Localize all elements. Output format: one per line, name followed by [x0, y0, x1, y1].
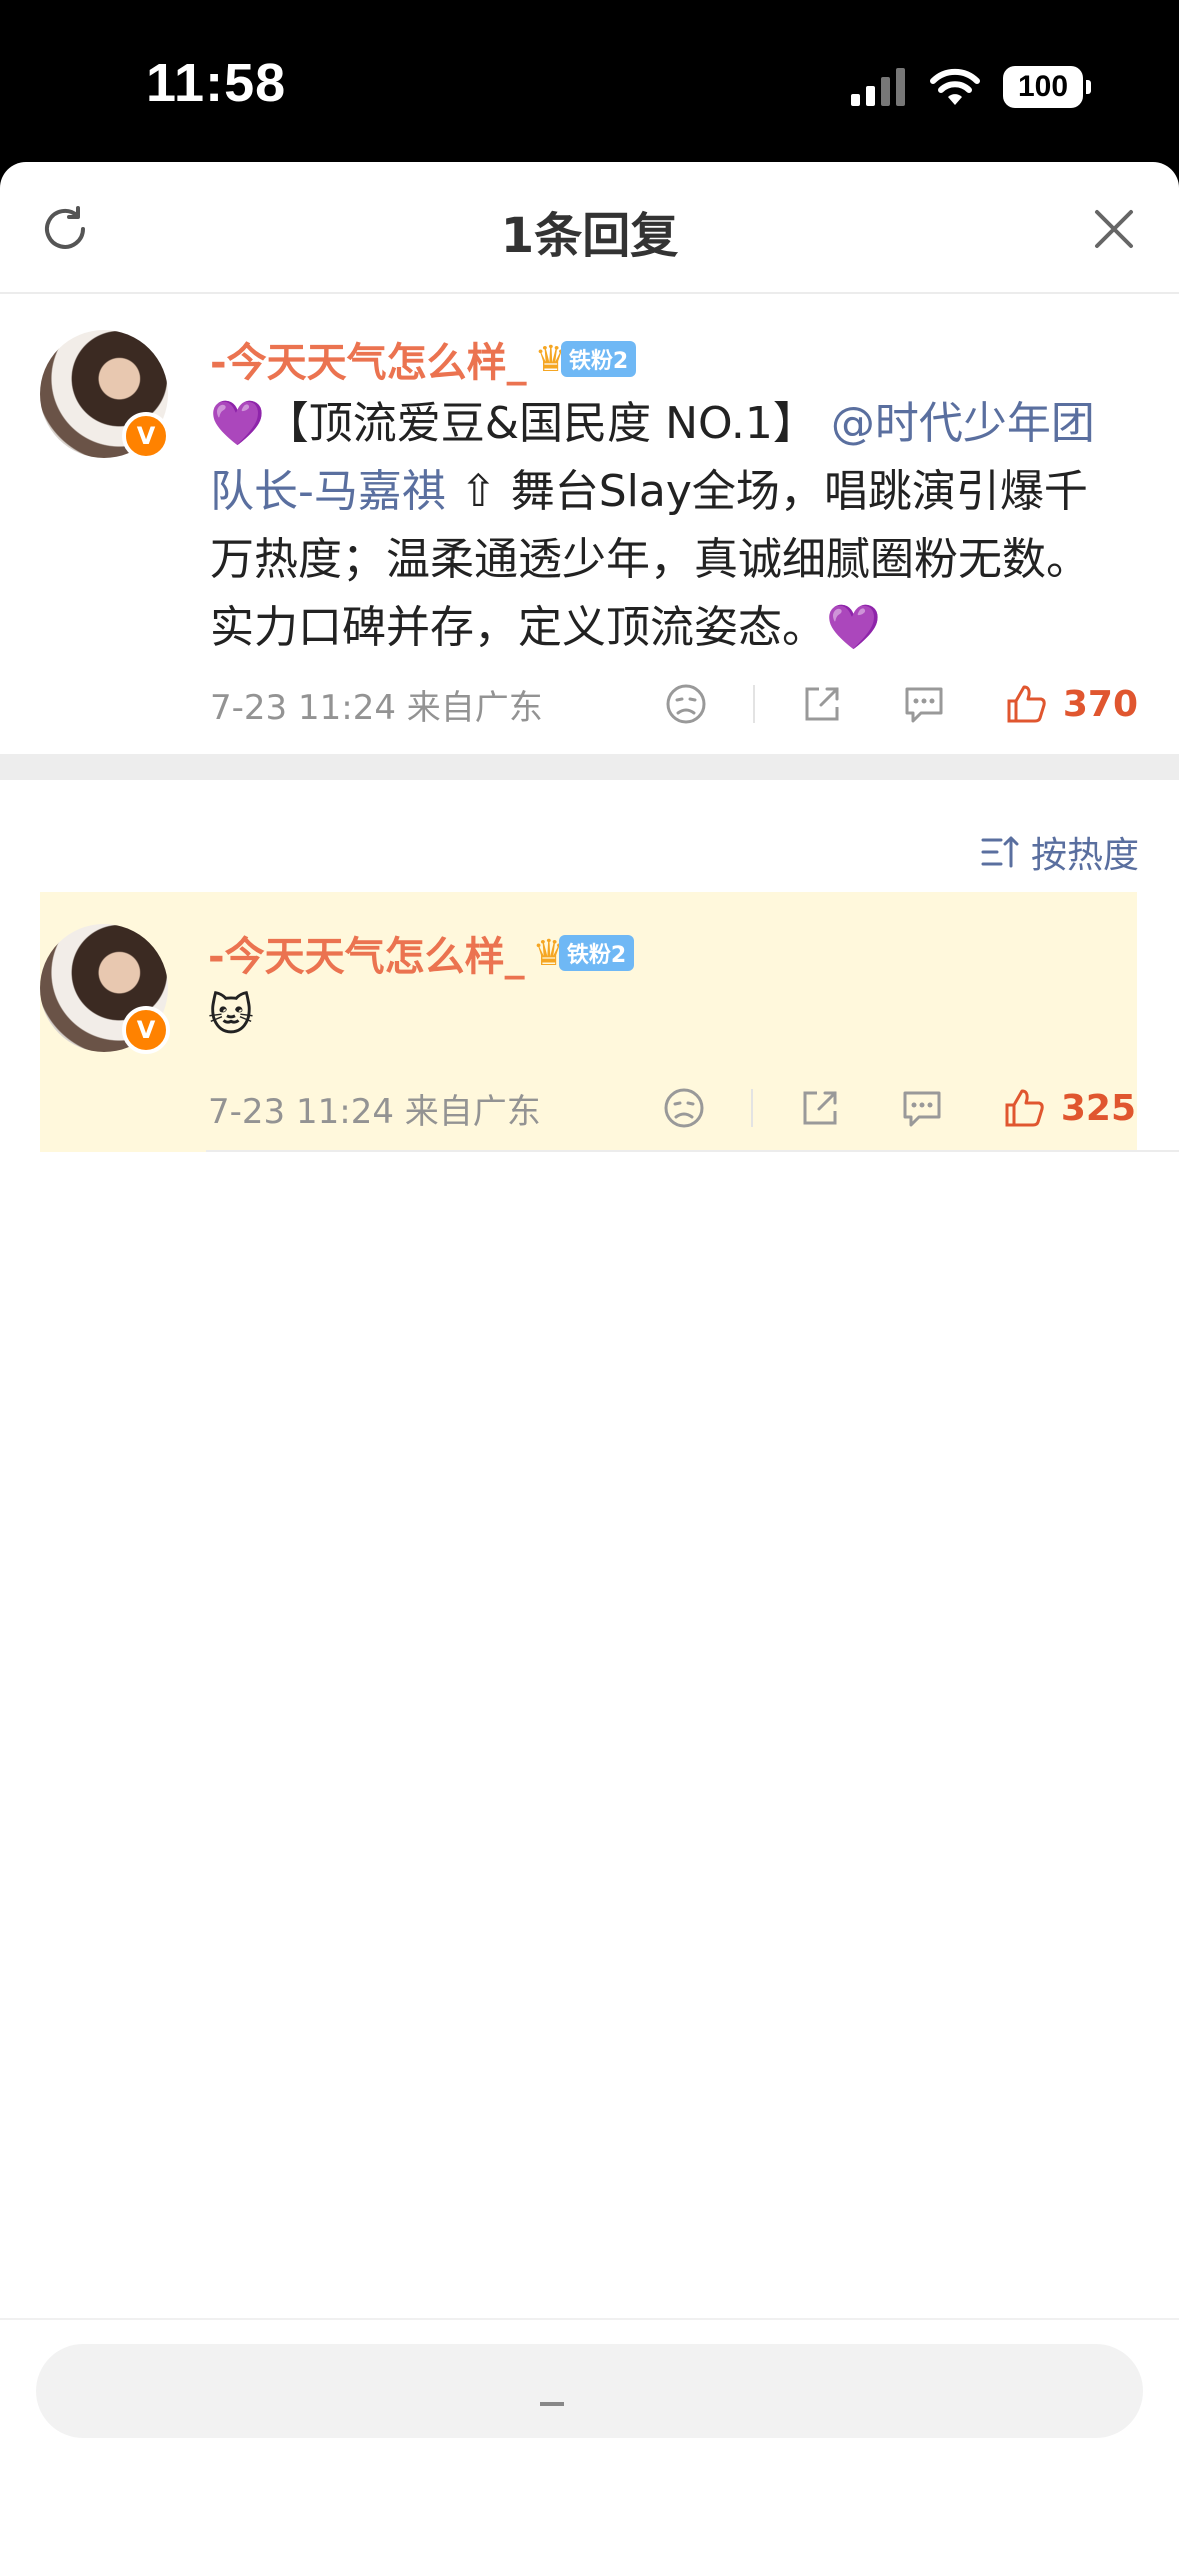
sheet-title: 1条回复	[500, 208, 679, 264]
bottom-divider	[0, 2318, 1179, 2320]
username-text: -今天天气怎么样_	[210, 340, 527, 386]
wifi-icon	[930, 68, 980, 105]
comment-meta: 7-23 11:24 来自广东	[210, 687, 543, 728]
sheet-header: 1条回复	[0, 162, 1179, 294]
dislike-face-icon[interactable]	[661, 1085, 707, 1131]
reply-username[interactable]: -今天天气怎么样_ ♛ 铁粉2	[208, 924, 635, 982]
like-icon[interactable]	[1003, 681, 1049, 727]
reply-content: 🐱	[208, 990, 254, 1041]
input-cursor	[540, 2402, 564, 2406]
comment-icon[interactable]	[901, 681, 947, 727]
signal-icon	[851, 68, 905, 106]
action-divider	[752, 685, 755, 723]
avatar[interactable]: V	[40, 330, 170, 460]
reply-meta-row: 7-23 11:24 来自广东 325	[208, 1078, 1136, 1138]
sort-button[interactable]: 按热度	[981, 826, 1139, 878]
like-icon[interactable]	[1001, 1085, 1047, 1131]
reply-input[interactable]	[36, 2344, 1143, 2438]
like-count: 370	[1062, 683, 1138, 725]
replies-sheet: 1条回复 V -今天天气怎么样_ ♛ 铁粉2 💜【顶流爱豆&国民度 NO.1】 …	[0, 162, 1179, 2556]
like-count: 325	[1060, 1087, 1136, 1129]
reply-actions: 325	[661, 1085, 1136, 1131]
fan-badge: ♛ 铁粉2	[533, 933, 635, 974]
fan-badge-label: 铁粉2	[558, 935, 635, 971]
username-text: -今天天气怎么样_	[208, 934, 525, 980]
status-time: 11:58	[146, 53, 287, 113]
dislike-face-icon[interactable]	[663, 681, 709, 727]
avatar[interactable]: V	[40, 924, 170, 1054]
comment-content: 💜【顶流爱豆&国民度 NO.1】 @时代少年团队长-马嘉祺 ⇧ 舞台Slay全场…	[210, 390, 1110, 662]
action-divider	[750, 1089, 753, 1127]
fan-badge-label: 铁粉2	[560, 341, 637, 377]
sort-label: 按热度	[1030, 835, 1139, 876]
content-prefix: 💜【顶流爱豆&国民度 NO.1】	[210, 398, 817, 449]
battery-indicator: 100	[1003, 66, 1091, 108]
sort-icon	[981, 836, 1019, 868]
status-icons: 100	[851, 62, 1091, 112]
close-icon[interactable]	[1089, 204, 1139, 254]
comment-username[interactable]: -今天天气怎么样_ ♛ 铁粉2	[210, 330, 637, 388]
section-gap	[0, 754, 1179, 780]
share-icon[interactable]	[797, 1085, 843, 1131]
fan-badge: ♛ 铁粉2	[535, 339, 637, 380]
reply-divider	[206, 1150, 1179, 1152]
status-bar: 11:58 100	[0, 0, 1179, 160]
verified-badge-icon: V	[122, 412, 170, 460]
reply-meta: 7-23 11:24 来自广东	[208, 1091, 541, 1132]
verified-badge-icon: V	[122, 1006, 170, 1054]
comment-meta-row: 7-23 11:24 来自广东 370	[210, 674, 1138, 734]
comment-icon[interactable]	[899, 1085, 945, 1131]
comment-actions: 370	[663, 681, 1138, 727]
share-icon[interactable]	[799, 681, 845, 727]
